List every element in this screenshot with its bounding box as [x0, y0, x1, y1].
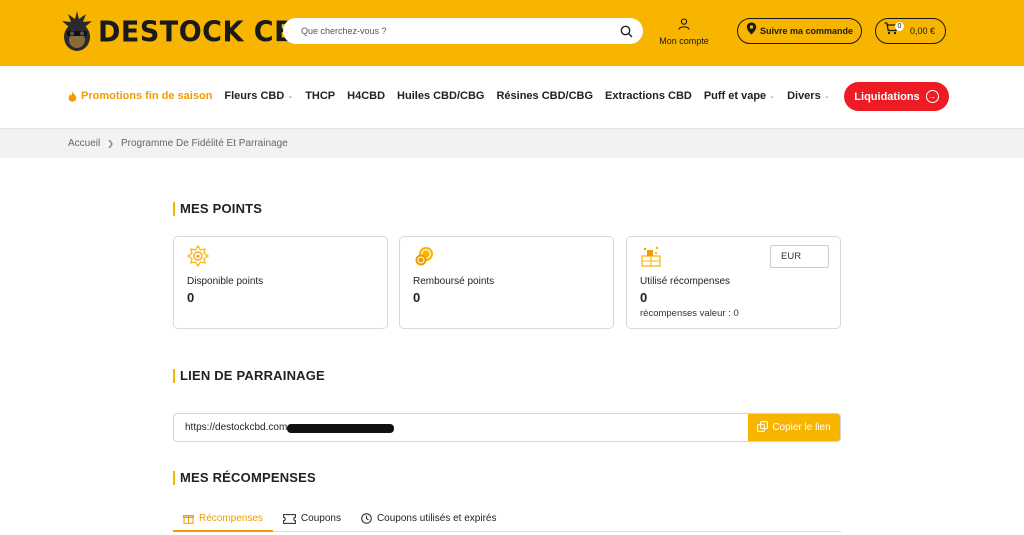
user-icon	[652, 17, 716, 35]
card-value: 0	[187, 290, 195, 305]
nav-label: Divers	[787, 90, 821, 102]
nav-item-extractions[interactable]: Extractions CBD	[605, 90, 692, 102]
ticket-icon	[283, 513, 296, 524]
cart-count-badge: 0	[895, 22, 904, 31]
nav-label: Résines CBD/CBG	[496, 90, 594, 102]
liquidations-label: Liquidations	[854, 90, 920, 103]
chevron-down-icon: ⌄	[823, 93, 830, 100]
copy-link-button[interactable]: Copier le lien	[748, 414, 840, 441]
copy-link-label: Copier le lien	[772, 422, 831, 433]
nav-item-promotions[interactable]: Promotions fin de saison	[68, 90, 212, 102]
cart-total: 0,00 €	[910, 26, 936, 36]
points-card-available: Disponible points 0	[173, 236, 388, 329]
top-header: DESTOCK CBD Mon compte Suivre ma command…	[0, 0, 1024, 66]
tab-coupons[interactable]: Coupons	[273, 506, 351, 531]
arrow-right-circle-icon: →	[925, 90, 939, 103]
nav-label: Puff et vape	[703, 90, 767, 102]
chevron-down-icon: ⌄	[287, 93, 294, 100]
search-icon[interactable]	[619, 24, 633, 38]
tab-recompenses[interactable]: Récompenses	[173, 506, 273, 532]
copy-icon	[757, 420, 769, 435]
tab-used-expired-coupons[interactable]: Coupons utilisés et expirés	[351, 506, 507, 531]
referral-url[interactable]: https://destockcbd.com	[185, 422, 287, 433]
chevron-right-icon: ❯	[107, 139, 114, 148]
liquidations-button[interactable]: Liquidations →	[844, 82, 949, 111]
clock-icon	[361, 513, 372, 524]
nav-item-huiles[interactable]: Huiles CBD/CBG	[397, 90, 484, 102]
nav-item-puff-vape[interactable]: Puff et vape ⌄	[704, 90, 775, 102]
nav-label: H4CBD	[347, 90, 386, 102]
nav-label: THCP	[305, 90, 336, 102]
cart-button[interactable]: 0 0,00 €	[875, 18, 946, 44]
points-section-title: MES POINTS	[173, 202, 262, 216]
nav-label: Promotions fin de saison	[81, 90, 213, 102]
rewards-tabs: Récompenses Coupons Coupons utilisés et …	[173, 506, 841, 532]
currency-select[interactable]: EUR	[770, 245, 829, 268]
referral-link-field: https://destockcbd.com Copier le lien	[173, 413, 841, 442]
nav-item-fleurs-cbd[interactable]: Fleurs CBD ⌄	[224, 90, 293, 102]
track-order-label: Suivre ma commande	[760, 26, 854, 36]
nav-item-thcp[interactable]: THCP	[305, 90, 335, 102]
tab-label: Récompenses	[199, 512, 263, 524]
card-label: Utilisé récompenses	[640, 276, 731, 287]
location-pin-icon	[746, 22, 757, 40]
account-link[interactable]: Mon compte	[652, 17, 716, 46]
breadcrumb: Accueil ❯ Programme De Fidélité Et Parra…	[68, 138, 288, 149]
tab-label: Coupons	[300, 513, 341, 524]
nav-item-h4cbd[interactable]: H4CBD	[347, 90, 385, 102]
reward-box-icon	[640, 245, 662, 267]
fire-icon	[68, 91, 77, 102]
redaction-mark	[287, 424, 394, 433]
points-card-refunded: Remboursé points 0	[399, 236, 614, 329]
points-badge-icon	[186, 244, 210, 268]
search-input[interactable]	[301, 26, 619, 36]
nav-label: Fleurs CBD	[224, 90, 285, 102]
site-logo[interactable]: DESTOCK CBD	[58, 8, 318, 56]
breadcrumb-bar: Accueil ❯ Programme De Fidélité Et Parra…	[0, 128, 1024, 158]
gift-icon	[183, 513, 194, 524]
logo-monkey-icon	[58, 9, 96, 55]
card-value: 0	[640, 290, 648, 305]
nav-item-divers[interactable]: Divers ⌄	[787, 90, 830, 102]
chevron-down-icon: ⌄	[769, 93, 776, 100]
rewards-section-title: MES RÉCOMPENSES	[173, 471, 316, 485]
main-nav: Promotions fin de saison Fleurs CBD ⌄ TH…	[68, 90, 842, 102]
tab-label: Coupons utilisés et expirés	[376, 513, 497, 524]
card-label: Disponible points	[187, 276, 264, 287]
coins-icon	[413, 245, 435, 267]
nav-label: Extractions CBD	[605, 90, 692, 102]
card-value: 0	[413, 290, 421, 305]
breadcrumb-home-link[interactable]: Accueil	[68, 138, 100, 149]
reward-value-text: récompenses valeur : 0	[640, 308, 739, 319]
track-order-button[interactable]: Suivre ma commande	[737, 18, 862, 44]
referral-section-title: LIEN DE PARRAINAGE	[173, 369, 325, 383]
nav-item-resines[interactable]: Résines CBD/CBG	[496, 90, 593, 102]
breadcrumb-current: Programme De Fidélité Et Parrainage	[120, 138, 288, 149]
card-label: Remboursé points	[413, 276, 495, 287]
nav-label: Huiles CBD/CBG	[397, 90, 485, 102]
points-card-used-rewards: EUR Utilisé récompenses 0 récompenses va…	[626, 236, 841, 329]
account-label: Mon compte	[659, 36, 709, 46]
search-bar	[283, 18, 643, 44]
